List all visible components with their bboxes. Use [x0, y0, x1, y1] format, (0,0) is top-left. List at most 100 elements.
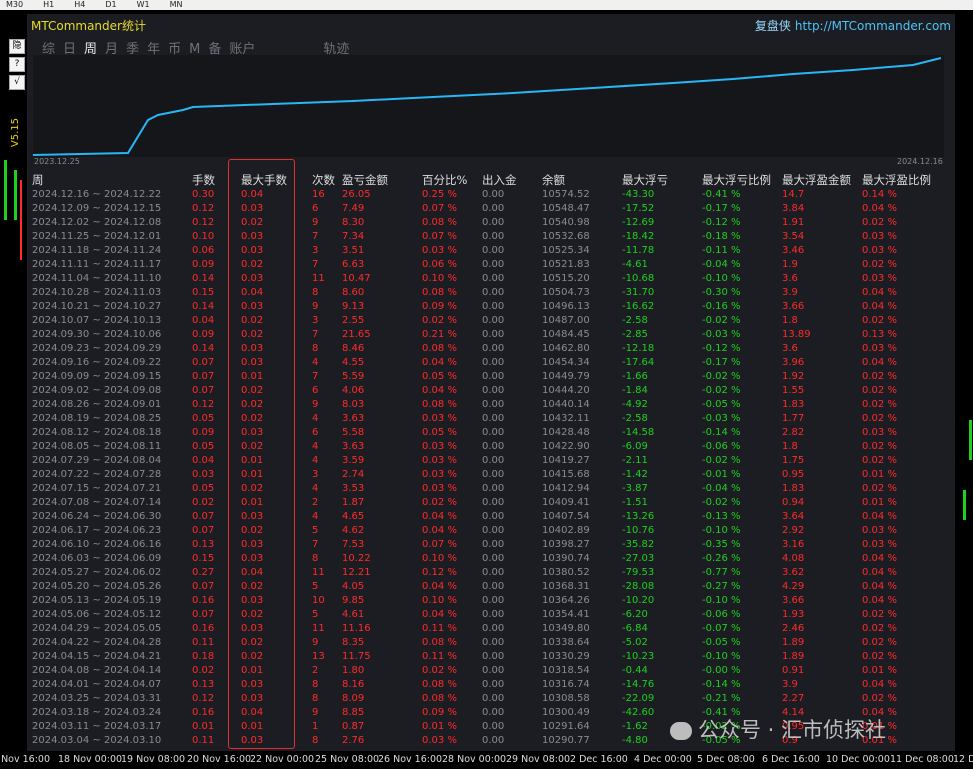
table-cell: -0.12 % [702, 343, 741, 354]
table-cell: 10308.58 [542, 693, 590, 704]
table-cell: 0.02 % [862, 399, 897, 410]
timeframe-button[interactable]: M30 [6, 0, 23, 9]
table-cell: 3.66 [782, 301, 805, 312]
time-axis-label: 5 Dec 08:00 [697, 754, 755, 765]
hide-button[interactable]: 隐 [9, 39, 25, 54]
table-cell: 10316.74 [542, 679, 590, 690]
table-cell: 2024.12.09 ~ 2024.12.15 [32, 203, 162, 214]
table-cell: 0.21 % [422, 329, 457, 340]
candle-bar [4, 160, 7, 220]
table-cell: 0.03 % [862, 343, 897, 354]
table-cell: -1.66 [622, 371, 648, 382]
table-cell: 0.16 [192, 595, 215, 606]
table-cell: 2024.06.24 ~ 2024.06.30 [32, 511, 162, 522]
table-row: 2024.04.08 ~ 2024.04.14 0.02 0.01 2 1.80 0.02… [27, 664, 955, 678]
column-header[interactable]: 最大浮盈金额 [782, 172, 851, 188]
watermark: 公众号 · 汇市侦探社 [670, 714, 886, 744]
timeframe-button[interactable]: H1 [43, 0, 54, 9]
time-axis-label: 28 Nov 00:00 [442, 754, 507, 765]
table-cell: -0.44 [622, 665, 648, 676]
column-header[interactable]: 次数 [312, 172, 335, 188]
table-cell: 3.84 [782, 203, 805, 214]
column-header[interactable]: 周 [32, 172, 44, 188]
table-cell: 3 [312, 245, 319, 256]
table-cell: 2024.06.17 ~ 2024.06.23 [32, 525, 162, 536]
timeframe-button[interactable]: MN [170, 0, 183, 9]
timeframe-button[interactable]: H4 [74, 0, 85, 9]
table-cell: 0.13 [192, 539, 215, 550]
table-cell: 0.16 [192, 623, 215, 634]
table-cell: 0.01 [192, 721, 215, 732]
table-cell: 10412.94 [542, 483, 590, 494]
time-axis-label: 20 Nov 16:00 [187, 754, 252, 765]
time-axis-label: 25 Nov 08:00 [315, 754, 380, 765]
table-cell: 10354.41 [542, 609, 590, 620]
time-axis-label: 4 Nov 16:00 [0, 754, 51, 765]
table-cell: 0.04 % [422, 511, 457, 522]
timeframe-button[interactable]: D1 [105, 0, 116, 9]
confirm-button[interactable]: √ [9, 75, 25, 90]
table-cell: -0.21 % [702, 693, 741, 704]
table-cell: 10290.77 [542, 735, 590, 746]
table-cell: 10338.64 [542, 637, 590, 648]
column-header[interactable]: 最大浮亏比例 [702, 172, 771, 188]
table-cell: 0.02 % [862, 371, 897, 382]
table-cell: -0.06 % [702, 609, 741, 620]
table-cell: 0.16 [192, 707, 215, 718]
table-cell: 10449.79 [542, 371, 590, 382]
table-cell: 1.8 [782, 441, 798, 452]
table-cell: 2024.09.09 ~ 2024.09.15 [32, 371, 162, 382]
table-cell: 10402.89 [542, 525, 590, 536]
help-button[interactable]: ? [9, 57, 25, 72]
table-cell: -43.30 [622, 189, 655, 200]
column-header[interactable]: 手数 [192, 172, 215, 188]
table-cell: -6.20 [622, 609, 648, 620]
table-cell: 4 [312, 357, 319, 368]
table-cell: 13.89 [782, 329, 811, 340]
table-cell: 3.54 [782, 231, 805, 242]
table-cell: 0.04 % [422, 581, 457, 592]
table-cell: 0.07 [192, 385, 215, 396]
table-cell: 0.01 % [422, 721, 457, 732]
table-cell: 0.00 [482, 413, 505, 424]
timeframe-button[interactable]: W1 [137, 0, 150, 9]
table-row: 2024.06.10 ~ 2024.06.16 0.13 0.03 7 7.53 0.07… [27, 538, 955, 552]
table-cell: 3.53 [342, 483, 365, 494]
table-cell: 0.03 % [422, 735, 457, 746]
table-cell: 0.02 % [862, 483, 897, 494]
table-cell: 0.04 % [862, 595, 897, 606]
max-lots-highlight-box [228, 159, 295, 749]
brand-link[interactable]: 复盘侠 http://MTCommander.com [755, 17, 951, 34]
table-cell: 10548.47 [542, 203, 590, 214]
table-cell: 2024.07.08 ~ 2024.07.14 [32, 497, 162, 508]
column-header[interactable]: 余额 [542, 172, 565, 188]
table-cell: 0.00 [482, 231, 505, 242]
equity-start-date: 2023.12.25 [34, 157, 80, 166]
table-cell: 10.47 [342, 273, 371, 284]
table-cell: 2 [312, 665, 319, 676]
table-cell: 8.35 [342, 637, 365, 648]
table-row: 2024.12.09 ~ 2024.12.15 0.12 0.03 6 7.49 0.07… [27, 202, 955, 216]
table-cell: 0.03 % [422, 455, 457, 466]
table-cell: 0.00 [482, 427, 505, 438]
table-cell: 10440.14 [542, 399, 590, 410]
table-row: 2024.09.09 ~ 2024.09.15 0.07 0.01 7 5.59 0.05… [27, 370, 955, 384]
table-cell: 10525.34 [542, 245, 590, 256]
table-cell: -42.60 [622, 707, 655, 718]
table-cell: 11.75 [342, 651, 371, 662]
table-cell: 7 [312, 371, 319, 382]
table-cell: -12.69 [622, 217, 655, 228]
column-header[interactable]: 百分比% [422, 172, 467, 188]
table-cell: 0.04 % [862, 679, 897, 690]
timeframe-toolbar: M30 H1 H4 D1 W1 MN [0, 0, 973, 10]
table-cell: 2.82 [782, 427, 805, 438]
column-header[interactable]: 出入金 [482, 172, 517, 188]
table-cell: 0.00 [482, 665, 505, 676]
table-cell: 0.02 % [862, 413, 897, 424]
table-row: 2024.04.15 ~ 2024.04.21 0.18 0.02 13 11.75 0.… [27, 650, 955, 664]
column-header[interactable]: 盈亏金额 [342, 172, 388, 188]
table-cell: 0.07 [192, 581, 215, 592]
column-header[interactable]: 最大浮盈比例 [862, 172, 931, 188]
table-cell: 0.01 % [862, 665, 897, 676]
column-header[interactable]: 最大浮亏 [622, 172, 668, 188]
